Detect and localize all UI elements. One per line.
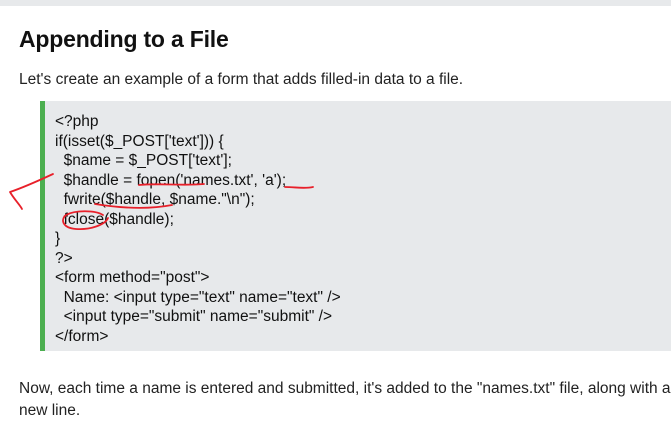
code-line: <form method="post"> xyxy=(55,269,210,286)
code-line: fwrite($handle, $name."\n"); xyxy=(55,191,255,208)
code-line: <?php xyxy=(55,113,99,130)
top-bar xyxy=(0,0,671,6)
code-line: </form> xyxy=(55,327,109,345)
code-line: Name: <input type="text" name="text" /> xyxy=(55,288,341,306)
code-line: fclose($handle); xyxy=(55,210,174,228)
code-line: ?> xyxy=(55,249,73,267)
outro-paragraph: Now, each time a name is entered and sub… xyxy=(19,378,671,422)
intro-paragraph: Let's create an example of a form that a… xyxy=(19,71,464,88)
code-lines: <?php if(isset($_POST['text'])) { $name … xyxy=(55,112,341,346)
code-line: $handle = fopen('names.txt', 'a'); xyxy=(55,171,287,189)
outro-line-1: Now, each time a name is entered and sub… xyxy=(19,380,671,397)
code-line: <input type="submit" name="submit" /> xyxy=(55,308,333,325)
code-line: if(isset($_POST['text'])) { xyxy=(55,132,224,150)
outro-line-2: new line. xyxy=(19,402,81,419)
code-line: $name = $_POST['text']; xyxy=(55,152,232,169)
page-title: Appending to a File xyxy=(19,26,229,52)
code-line: } xyxy=(55,230,61,247)
